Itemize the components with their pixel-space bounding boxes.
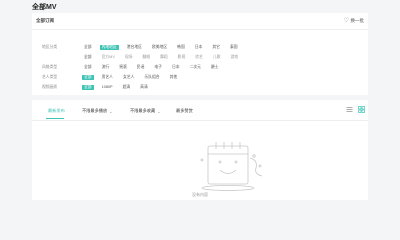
filter-option[interactable]: 摇滚 — [117, 65, 129, 71]
chevron-down-icon: ⌄ — [157, 108, 161, 114]
filter-option[interactable]: 1080P — [100, 85, 115, 91]
filter-option[interactable]: 日本 — [170, 65, 182, 71]
shuffle-button[interactable]: ♡ 换一批 — [343, 17, 365, 25]
filter-card: 全部订阅 ♡ 换一批 地区分类 全部 内地地区 港台地区 欧美地区 韩国 日本 … — [32, 13, 368, 95]
filter-option[interactable]: 爵士 — [209, 65, 221, 71]
filter-option[interactable]: 儿歌 — [211, 55, 223, 61]
filter-row-region: 地区分类 全部 内地地区 港台地区 欧美地区 韩国 日本 其它 泰国 — [42, 44, 246, 51]
likes-sort[interactable]: 最多赞赏 — [176, 108, 193, 114]
likes-sort-label: 最多赞赏 — [176, 108, 193, 113]
filter-option[interactable]: 流行 — [100, 65, 112, 71]
filter-label: 风格类型 — [42, 65, 58, 69]
filter-option[interactable]: 泰国 — [228, 45, 240, 51]
filter-label: 视频画质 — [42, 85, 58, 89]
filter-option[interactable]: 全部 — [82, 55, 94, 61]
chevron-down-icon: ⌄ — [109, 108, 113, 114]
filter-option[interactable]: 女艺人 — [121, 75, 136, 81]
filter-option[interactable]: 二次元 — [188, 65, 203, 71]
filter-option[interactable]: 民谣 — [135, 65, 147, 71]
filter-option[interactable]: 乐队组合 — [142, 75, 161, 81]
filter-row-quality: 视频画质 全部 1080P 超清 高清 — [42, 84, 156, 91]
filter-option[interactable]: 翻唱 — [140, 55, 152, 61]
filter-option[interactable]: 官方MV — [100, 55, 117, 61]
content-card: 最新发布 不限最多播放 ⌄ 不限最多收藏 ⌄ 最多赞赏 没有内容 — [32, 100, 368, 200]
filter-option[interactable]: 舞蹈 — [158, 55, 170, 61]
favorites-dropdown[interactable]: 不限最多收藏 ⌄ — [130, 108, 161, 114]
plays-dropdown[interactable]: 不限最多播放 ⌄ — [82, 108, 113, 114]
filter-option[interactable]: 全部 — [82, 65, 94, 71]
filter-label: 地区分类 — [42, 45, 58, 49]
empty-calendar-icon — [200, 142, 263, 191]
shuffle-label: 换一批 — [350, 17, 365, 23]
sort-toolbar: 最新发布 不限最多播放 ⌄ 不限最多收藏 ⌄ 最多赞赏 — [32, 100, 368, 121]
filter-option[interactable]: 超清 — [121, 85, 133, 91]
filter-option[interactable]: 游戏 — [228, 55, 240, 61]
filter-option[interactable]: 电子 — [152, 65, 164, 71]
filter-card-title: 全部订阅 — [36, 18, 54, 23]
filter-row-style: 风格类型 全部 流行 摇滚 民谣 电子 日本 二次元 爵士 — [42, 64, 227, 71]
filter-option[interactable]: 综艺 — [193, 55, 205, 61]
filter-option[interactable]: 其它 — [210, 45, 222, 51]
filter-option[interactable]: 男艺人 — [100, 75, 115, 81]
filter-option[interactable]: 欧美地区 — [150, 45, 169, 51]
page-title: 全部MV — [32, 4, 57, 11]
filter-option[interactable]: 高清 — [138, 85, 150, 91]
empty-state-text: 没有内容 — [192, 192, 208, 197]
filter-option[interactable]: 日本 — [193, 45, 205, 51]
filter-option-active[interactable]: 全部 — [82, 84, 94, 91]
favorites-dropdown-label: 不限最多收藏 — [130, 108, 156, 113]
filter-option[interactable]: 现场 — [123, 55, 135, 61]
filter-option[interactable]: 全部 — [82, 45, 94, 51]
filter-row-artist: 艺人类型 全部 男艺人 女艺人 乐队组合 其他 — [42, 74, 185, 81]
list-view-icon[interactable] — [346, 106, 353, 113]
heart-icon: ♡ — [343, 18, 349, 24]
filter-row-type: 全部 官方MV 现场 翻唱 舞蹈 影视 综艺 儿歌 游戏 — [42, 54, 246, 61]
filter-option[interactable]: 影视 — [176, 55, 188, 61]
active-tab-underline — [46, 118, 64, 119]
filter-option[interactable]: 韩国 — [175, 45, 187, 51]
page: 全部MV 全部订阅 ♡ 换一批 地区分类 全部 内地地区 港台地区 欧美地区 韩… — [0, 0, 400, 200]
plays-dropdown-label: 不限最多播放 — [82, 108, 108, 113]
filter-option-active[interactable]: 全部 — [82, 74, 94, 81]
grid-view-icon[interactable] — [358, 106, 365, 113]
tab-newest[interactable]: 最新发布 — [48, 108, 65, 114]
filter-option[interactable]: 其他 — [168, 75, 180, 81]
filter-card-header: 全部订阅 ♡ 换一批 — [32, 13, 368, 30]
filter-label: 艺人类型 — [42, 75, 58, 79]
filter-option[interactable]: 港台地区 — [125, 45, 144, 51]
filter-option-active[interactable]: 内地地区 — [99, 44, 119, 51]
